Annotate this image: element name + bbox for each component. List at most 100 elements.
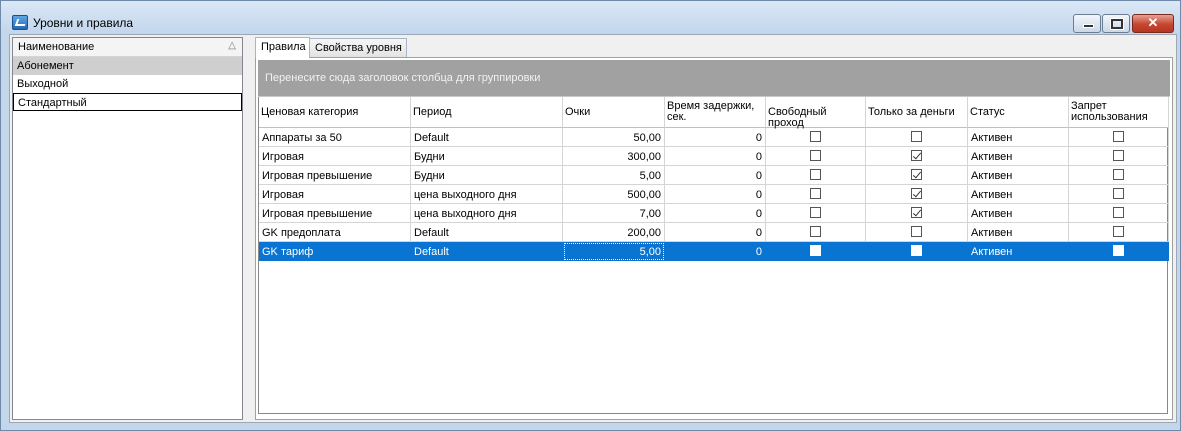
cell-category[interactable]: Игровая: [259, 147, 411, 166]
cell-category[interactable]: Игровая: [259, 185, 411, 204]
cell-status[interactable]: Активен: [968, 166, 1069, 185]
money-only-checkbox[interactable]: [911, 169, 922, 180]
title-bar[interactable]: Уровни и правила ✕: [1, 1, 1180, 33]
cell-status[interactable]: Активен: [968, 185, 1069, 204]
cell-money-only[interactable]: [866, 166, 968, 185]
cell-free-pass[interactable]: [766, 166, 866, 185]
column-header-price-category[interactable]: Ценовая категория: [259, 97, 411, 128]
cell-status[interactable]: Активен: [968, 223, 1069, 242]
money-only-checkbox[interactable]: [911, 188, 922, 199]
cell-points[interactable]: 7,00: [563, 204, 665, 223]
levels-list-header[interactable]: Наименование △: [13, 38, 242, 57]
cell-free-pass[interactable]: [766, 185, 866, 204]
free-pass-checkbox[interactable]: [810, 169, 821, 180]
tab-level-properties[interactable]: Свойства уровня: [309, 38, 407, 57]
cell-category[interactable]: GK предоплата: [259, 223, 411, 242]
cell-ban[interactable]: [1069, 147, 1169, 166]
money-only-checkbox[interactable]: [911, 131, 922, 142]
money-only-checkbox[interactable]: [911, 150, 922, 161]
cell-free-pass[interactable]: [766, 147, 866, 166]
free-pass-checkbox[interactable]: [810, 188, 821, 199]
cell-points[interactable]: 5,00: [563, 242, 665, 261]
cell-delay[interactable]: 0: [665, 204, 766, 223]
client-area: Наименование △ Абонемент Выходной Стандарт…: [9, 34, 1177, 423]
ban-checkbox[interactable]: [1113, 131, 1124, 142]
cell-ban[interactable]: [1069, 242, 1169, 261]
cell-category[interactable]: GK тариф: [259, 242, 411, 261]
money-only-checkbox[interactable]: [911, 245, 922, 256]
cell-money-only[interactable]: [866, 128, 968, 147]
cell-points[interactable]: 300,00: [563, 147, 665, 166]
cell-period[interactable]: Default: [411, 223, 563, 242]
cell-delay[interactable]: 0: [665, 242, 766, 261]
group-by-area[interactable]: Перенесите сюда заголовок столбца для гр…: [258, 60, 1170, 96]
cell-status[interactable]: Активен: [968, 204, 1069, 223]
cell-money-only[interactable]: [866, 185, 968, 204]
ban-checkbox[interactable]: [1113, 226, 1124, 237]
cell-status[interactable]: Активен: [968, 128, 1069, 147]
cell-delay[interactable]: 0: [665, 185, 766, 204]
column-header-points[interactable]: Очки: [563, 97, 665, 128]
cell-category[interactable]: Аппараты за 50: [259, 128, 411, 147]
ban-checkbox[interactable]: [1113, 245, 1124, 256]
column-header-free-pass[interactable]: Свободный проход: [766, 97, 866, 129]
cell-period[interactable]: Будни: [411, 147, 563, 166]
cell-period-text: цена выходного дня: [414, 208, 517, 220]
cell-points[interactable]: 200,00: [563, 223, 665, 242]
cell-ban[interactable]: [1069, 204, 1169, 223]
cell-category[interactable]: Игровая превышение: [259, 166, 411, 185]
cell-category-text: Аппараты за 50: [262, 132, 342, 144]
cell-period[interactable]: Default: [411, 128, 563, 147]
minimize-button[interactable]: [1073, 14, 1101, 33]
ban-checkbox[interactable]: [1113, 150, 1124, 161]
column-header-money-only[interactable]: Только за деньги: [866, 97, 968, 128]
free-pass-checkbox[interactable]: [810, 226, 821, 237]
cell-points[interactable]: 5,00: [563, 166, 665, 185]
close-button[interactable]: ✕: [1132, 14, 1174, 33]
cell-points[interactable]: 500,00: [563, 185, 665, 204]
cell-delay[interactable]: 0: [665, 147, 766, 166]
column-header-period[interactable]: Период: [411, 97, 563, 128]
cell-delay[interactable]: 0: [665, 128, 766, 147]
money-only-checkbox[interactable]: [911, 207, 922, 218]
cell-free-pass[interactable]: [766, 128, 866, 147]
cell-money-only[interactable]: [866, 223, 968, 242]
tab-rules[interactable]: Правила: [255, 37, 310, 58]
cell-money-only[interactable]: [866, 242, 968, 261]
cell-category[interactable]: Игровая превышение: [259, 204, 411, 223]
cell-ban[interactable]: [1069, 128, 1169, 147]
level-list-item[interactable]: Абонемент: [13, 57, 242, 75]
cell-ban[interactable]: [1069, 166, 1169, 185]
cell-delay[interactable]: 0: [665, 166, 766, 185]
cell-period[interactable]: Будни: [411, 166, 563, 185]
column-header-delay[interactable]: Время задержки, сек.: [665, 97, 766, 128]
cell-ban[interactable]: [1069, 185, 1169, 204]
column-header-status[interactable]: Статус: [968, 97, 1069, 128]
cell-period[interactable]: Default: [411, 242, 563, 261]
level-list-item[interactable]: Выходной: [13, 75, 242, 93]
maximize-button[interactable]: [1102, 14, 1130, 33]
free-pass-checkbox[interactable]: [810, 150, 821, 161]
cell-free-pass[interactable]: [766, 223, 866, 242]
cell-ban[interactable]: [1069, 223, 1169, 242]
rules-grid: Ценовая категория Период Очки Время задержк…: [258, 96, 1170, 417]
cell-free-pass[interactable]: [766, 242, 866, 261]
free-pass-checkbox[interactable]: [810, 207, 821, 218]
cell-status[interactable]: Активен: [968, 242, 1069, 261]
ban-checkbox[interactable]: [1113, 188, 1124, 199]
cell-period[interactable]: цена выходного дня: [411, 204, 563, 223]
cell-money-only[interactable]: [866, 147, 968, 166]
ban-checkbox[interactable]: [1113, 169, 1124, 180]
cell-points[interactable]: 50,00: [563, 128, 665, 147]
cell-money-only[interactable]: [866, 204, 968, 223]
free-pass-checkbox[interactable]: [810, 245, 821, 256]
cell-status[interactable]: Активен: [968, 147, 1069, 166]
money-only-checkbox[interactable]: [911, 226, 922, 237]
free-pass-checkbox[interactable]: [810, 131, 821, 142]
level-list-item[interactable]: Стандартный: [13, 93, 242, 111]
column-header-ban[interactable]: Запрет использования: [1069, 97, 1169, 128]
cell-free-pass[interactable]: [766, 204, 866, 223]
cell-delay[interactable]: 0: [665, 223, 766, 242]
cell-period[interactable]: цена выходного дня: [411, 185, 563, 204]
ban-checkbox[interactable]: [1113, 207, 1124, 218]
